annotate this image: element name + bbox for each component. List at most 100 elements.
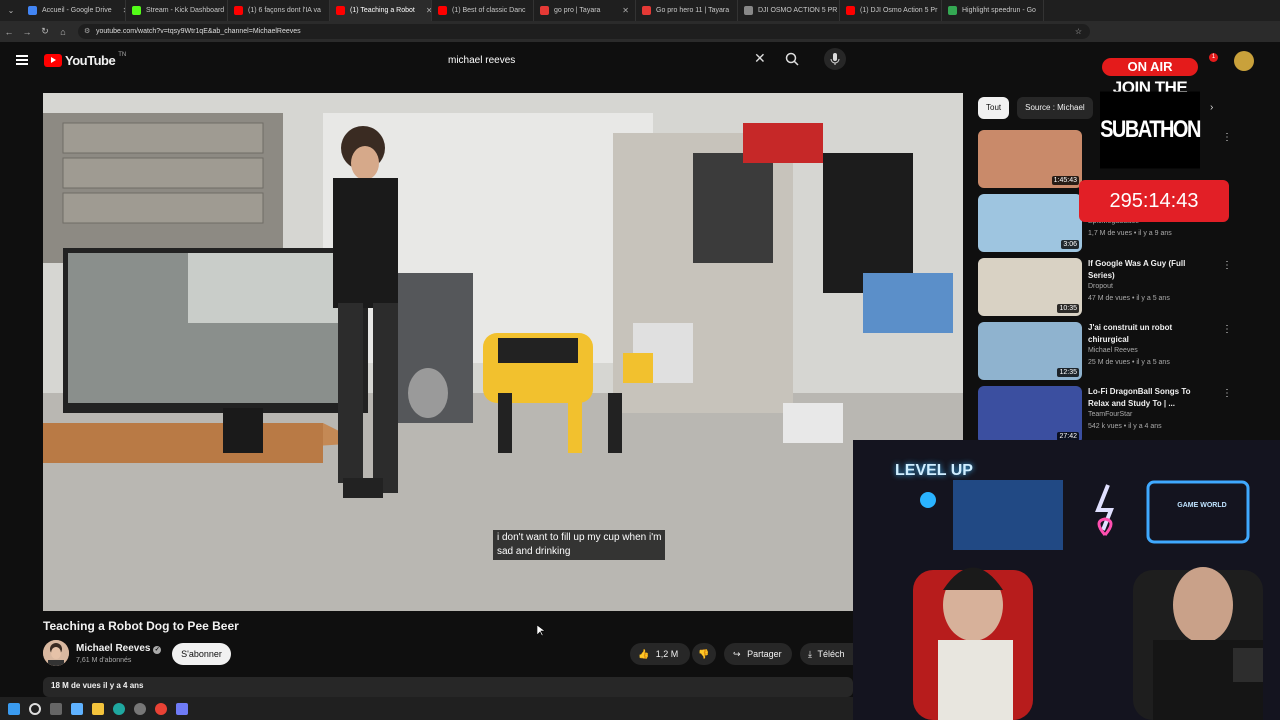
video-thumbnail[interactable]: 10:35 [978,258,1082,316]
browser-tab[interactable]: Highlight speedrun - Go ✕ [942,0,1044,21]
video-thumbnail[interactable]: 27:42 [978,386,1082,444]
tab-label: Stream - Kick Dashboard [146,7,225,14]
tab-close-icon[interactable]: ✕ [420,6,431,15]
subtitle-line-2: sad and drinking [497,546,571,557]
browser-tab[interactable]: Stream - Kick Dashboard✕ [126,0,228,21]
tab-favicon-icon [846,6,855,15]
more-options-icon[interactable]: ⋮ [1222,388,1232,399]
subtitle-line-1: i don't want to fill up my cup when i'm [497,532,662,543]
notification-badge[interactable]: 1 [1209,53,1218,62]
browser-tab[interactable]: (1) DJI Osmo Action 5 Pr✕ [840,0,942,21]
chip-all[interactable]: Tout [978,97,1010,119]
recommended-video-meta: 47 M de vues • il y a 5 ans [1088,295,1170,302]
home-icon[interactable]: ⌂ [54,27,72,37]
video-duration: 10:35 [1057,304,1079,313]
bookmark-star-icon[interactable]: ☆ [1075,24,1082,39]
video-thumbnail[interactable]: 3:06 [978,194,1082,252]
dislike-button[interactable]: 👎 [692,643,716,665]
settings-icon[interactable] [134,702,146,715]
recommended-video-meta: 1,7 M de vues • il y a 9 ans [1088,230,1172,237]
address-bar[interactable]: ⚙ youtube.com/watch?v=tqsy9Wtr1qE&ab_cha… [78,24,1090,39]
tab-label: (1) Teaching a Robot [350,7,415,14]
file-explorer-icon[interactable] [92,702,104,715]
tab-favicon-icon [744,6,753,15]
windows-start-icon[interactable] [8,702,20,715]
channel-name-text: Michael Reeves [76,643,151,654]
tab-label: Accueil - Google Drive [42,7,112,14]
channel-name[interactable]: Michael Reeves ✓ [76,643,162,654]
tab-favicon-icon [642,6,651,15]
task-view-icon[interactable] [50,702,62,715]
search-icon[interactable] [784,51,800,67]
recommended-video-title[interactable]: If Google Was A Guy (Full Series) [1088,258,1208,282]
youtube-logo[interactable]: YouTube TN [44,52,126,68]
search-taskbar-icon[interactable] [29,702,41,715]
video-duration: 1:45:43 [1051,176,1079,185]
video-thumbnail[interactable]: 12:35 [978,322,1082,380]
recommended-video[interactable]: 10:35 If Google Was A Guy (Full Series) Dr… [978,258,1232,316]
recommended-video-title[interactable]: Lo-Fi DragonBall Songs To Relax and Stud… [1088,386,1208,410]
url-text: youtube.com/watch?v=tqsy9Wtr1qE&ab_chann… [96,28,301,35]
tab-close-icon[interactable]: ✕ [616,6,629,15]
recommended-video[interactable]: 27:42 Lo-Fi DragonBall Songs To Relax and… [978,386,1232,444]
forward-icon[interactable]: → [18,27,36,37]
video-thumbnail[interactable]: 1:45:43 [978,130,1082,188]
edge-icon[interactable] [113,702,125,715]
subscriber-count: 7,61 M d'abonnés [76,657,132,664]
video-duration: 3:06 [1061,240,1079,249]
like-button[interactable]: 👍 1,2 M [630,643,690,665]
discord-icon[interactable] [176,702,188,715]
recommended-video-channel[interactable]: Michael Reeves [1088,347,1138,354]
hamburger-menu-icon[interactable] [16,55,28,65]
browser-tab[interactable]: Accueil - Google Drive ✕ [22,0,126,21]
recommended-video-title[interactable]: J'ai construit un robot chirurgical [1088,322,1208,346]
tab-label: (1) DJI Osmo Action 5 Pr [860,7,938,14]
recommended-video-meta: 542 k vues • il y a 4 ans [1088,423,1162,430]
share-button[interactable]: ↪ Partager [724,643,792,665]
channel-avatar[interactable] [43,640,69,666]
video-player[interactable]: i don't want to fill up my cup when i'm … [43,93,963,611]
search-input[interactable]: michael reeves [438,50,774,72]
level-up-sign: LEVEL UP [895,462,973,479]
logo-text: YouTube [65,53,116,68]
tab-favicon-icon [28,6,37,15]
download-button[interactable]: ⤓ Téléch [800,643,853,665]
download-label: Téléch [817,649,845,659]
share-icon: ↪ [733,649,741,659]
more-options-icon[interactable]: ⋮ [1222,324,1232,335]
widgets-icon[interactable] [71,702,83,715]
tab-close-icon[interactable]: ✕ [117,6,125,15]
more-options-icon[interactable]: ⋮ [1222,260,1232,271]
tab-close-icon[interactable]: ✕ [1041,6,1043,15]
chip-source[interactable]: Source : Michael [1017,97,1093,119]
subscribe-button[interactable]: S'abonner [172,643,231,665]
like-count: 1,2 M [655,649,679,659]
tab-label: Highlight speedrun - Go [962,7,1036,14]
share-label: Partager [747,649,782,659]
thumbs-down-icon: 👎 [698,649,710,659]
tab-label: Go pro hero 11 | Tayara [656,7,730,14]
browser-tab[interactable]: (1) Teaching a Robot ✕ [330,0,432,21]
recommended-video[interactable]: 12:35 J'ai construit un robot chirurgical… [978,322,1232,380]
tab-search-icon[interactable]: ⌄ [0,6,22,15]
back-icon[interactable]: ← [0,27,18,37]
browser-tab[interactable]: (1) 6 façons dont l'IA va✕ [228,0,330,21]
browser-tab[interactable]: go pro | Tayara ✕ [534,0,636,21]
windows-taskbar [0,697,853,720]
voice-search-button[interactable] [824,48,846,70]
reload-icon[interactable]: ↻ [36,26,54,37]
subathon-overlay: ON AIR JOIN THE SUBATHON 295:14:43 [1079,42,1230,222]
browser-tab[interactable]: (1) Best of classic Danc✕ [432,0,534,21]
recommended-video-channel[interactable]: TeamFourStar [1088,411,1132,418]
clear-search-icon[interactable]: ✕ [754,50,766,67]
browser-tab-strip: ⌄ Accueil - Google Drive✕Stream - Kick D… [0,0,1280,21]
video-description-box[interactable]: 18 M de vues il y a 4 ans [43,677,853,697]
browser-tab[interactable]: DJI OSMO ACTION 5 PR✕ [738,0,840,21]
browser-tab[interactable]: Go pro hero 11 | Tayara✕ [636,0,738,21]
subathon-timer: 295:14:43 [1079,180,1229,222]
recommended-video-channel[interactable]: Dropout [1088,283,1113,290]
site-info-icon[interactable]: ⚙ [84,24,90,39]
user-avatar[interactable] [1234,51,1254,71]
chrome-icon[interactable] [155,702,167,715]
on-air-badge: ON AIR [1102,58,1198,76]
